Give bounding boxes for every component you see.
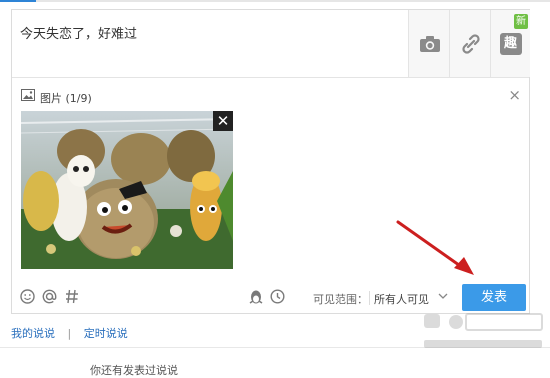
camera-icon <box>419 35 440 52</box>
tab-separator: | <box>67 327 72 340</box>
visibility-divider <box>369 291 370 305</box>
image-panel-header: 图片 (1/9) × <box>12 86 529 108</box>
feed-tabs: 我的说说 | 定时说说 <box>11 325 128 341</box>
photo-image <box>21 111 233 269</box>
hashtag-icon[interactable] <box>65 289 79 304</box>
remove-photo-icon[interactable]: ✕ <box>213 111 233 131</box>
publish-button[interactable]: 发表 <box>462 284 526 311</box>
link-button[interactable] <box>449 10 491 77</box>
empty-feed-text: 你还有发表过说说 <box>90 364 178 377</box>
tab-scheduled-posts[interactable]: 定时说说 <box>84 327 128 340</box>
visibility-label: 可见范围： <box>313 293 368 306</box>
chevron-down-icon[interactable] <box>438 292 448 300</box>
image-icon <box>21 89 35 101</box>
status-text[interactable]: 今天失恋了，好难过 <box>20 23 137 42</box>
top-active-indicator <box>0 0 36 2</box>
camera-button[interactable] <box>408 10 450 77</box>
link-icon <box>461 33 480 54</box>
status-input-area[interactable]: 今天失恋了，好难过 趣 新 <box>12 10 530 78</box>
top-divider <box>0 0 550 2</box>
visibility-select[interactable]: 所有人可见 <box>374 291 429 307</box>
schedule-clock-icon[interactable] <box>270 289 285 304</box>
emoji-icon[interactable] <box>20 289 35 304</box>
fun-button[interactable]: 趣 新 <box>490 10 530 77</box>
uploaded-photo-thumbnail[interactable]: ✕ <box>21 111 233 269</box>
red-arrow-annotation <box>396 220 474 275</box>
close-image-panel-icon[interactable]: × <box>508 86 521 104</box>
composer-bottom-bar: 可见范围： 所有人可见 发表 <box>12 282 529 313</box>
at-mention-icon[interactable] <box>42 289 57 304</box>
footer-divider <box>0 347 550 348</box>
qq-penguin-icon[interactable] <box>249 289 263 305</box>
new-badge: 新 <box>514 14 528 29</box>
tab-my-posts[interactable]: 我的说说 <box>11 327 55 340</box>
fun-icon: 趣 <box>499 32 522 55</box>
image-count-label: 图片 (1/9) <box>40 92 92 105</box>
baidu-jingyan-watermark <box>424 313 543 348</box>
